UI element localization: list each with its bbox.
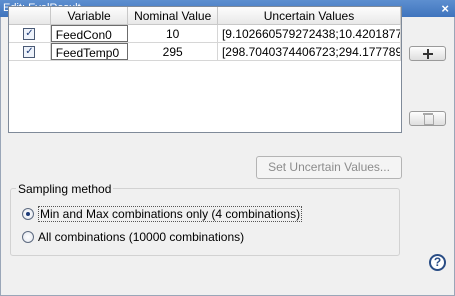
- radio-button-selected[interactable]: [22, 208, 34, 220]
- header-check: [9, 7, 51, 24]
- header-variable: Variable: [51, 7, 129, 24]
- delete-row-button[interactable]: [409, 111, 446, 126]
- row-checkbox[interactable]: ✓: [23, 45, 36, 58]
- table-header: Variable Nominal Value Uncertain Values: [9, 7, 401, 25]
- header-nominal-value: Nominal Value: [128, 7, 218, 24]
- add-row-button[interactable]: [409, 46, 446, 61]
- variables-table: Variable Nominal Value Uncertain Values …: [8, 6, 402, 133]
- table-row[interactable]: ✓ FeedTemp0 295 [298.7040374406723;294.1…: [9, 43, 401, 61]
- variable-cell[interactable]: FeedCon0: [50, 25, 129, 42]
- radio-label: Min and Max combinations only (4 combina…: [38, 206, 303, 222]
- uncertain-cell[interactable]: [298.7040374406723;294.1777893...: [218, 43, 401, 60]
- row-checkbox-cell: ✓: [9, 25, 51, 42]
- variable-cell[interactable]: FeedTemp0: [50, 43, 129, 60]
- radio-label: All combinations (10000 combinations): [38, 230, 245, 244]
- close-icon[interactable]: ×: [441, 0, 449, 17]
- sampling-method-group: [10, 188, 400, 256]
- radio-button[interactable]: [22, 231, 34, 243]
- header-uncertain-values: Uncertain Values: [218, 7, 401, 24]
- set-uncertain-values-button[interactable]: Set Uncertain Values...: [256, 156, 402, 179]
- trash-icon: [422, 113, 434, 125]
- row-checkbox[interactable]: ✓: [23, 27, 36, 40]
- plus-icon: [422, 48, 433, 59]
- row-checkbox-cell: ✓: [9, 43, 51, 60]
- help-icon[interactable]: ?: [429, 254, 446, 271]
- radio-all-combinations[interactable]: All combinations (10000 combinations): [22, 230, 244, 244]
- sampling-method-title: Sampling method: [16, 182, 114, 196]
- uncertain-cell[interactable]: [9.102660579272438;10.42018776...: [218, 25, 401, 42]
- nominal-cell[interactable]: 295: [128, 43, 218, 60]
- table-row[interactable]: ✓ FeedCon0 10 [9.102660579272438;10.4201…: [9, 25, 401, 43]
- nominal-cell[interactable]: 10: [128, 25, 218, 42]
- radio-min-max[interactable]: Min and Max combinations only (4 combina…: [22, 206, 303, 222]
